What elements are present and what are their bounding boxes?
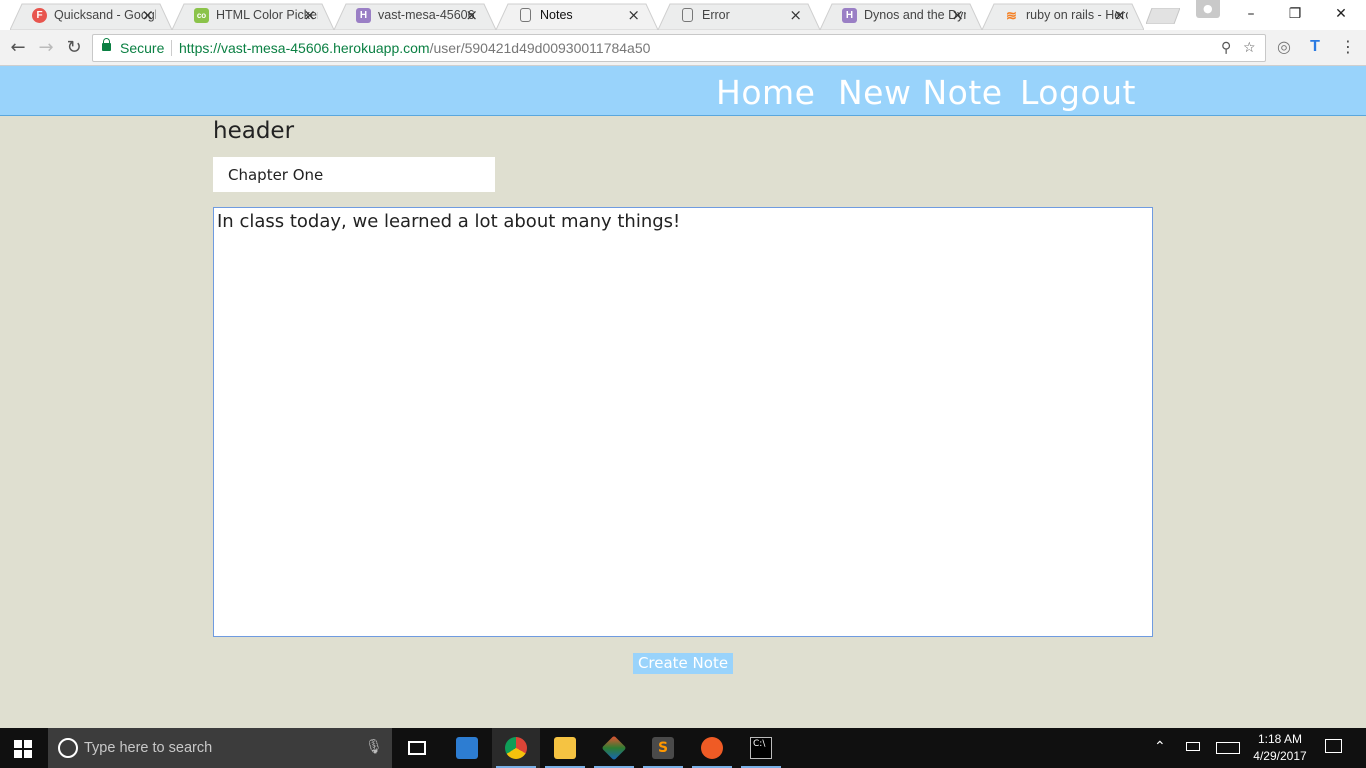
minimize-button[interactable]: – <box>1228 0 1274 30</box>
new-tab-button[interactable] <box>1146 8 1180 24</box>
bookmark-star-icon[interactable]: ☆ <box>1243 40 1256 56</box>
clock-date: 4/29/2017 <box>1253 749 1307 763</box>
note-title-input[interactable] <box>213 157 495 192</box>
clock-time: 1:18 AM <box>1257 732 1303 746</box>
taskbar-app-file-explorer[interactable] <box>541 728 589 768</box>
key-icon[interactable]: ⚲ <box>1221 40 1231 56</box>
tab-error[interactable]: Error × <box>658 3 820 30</box>
nav-home-link[interactable]: Home <box>716 73 815 112</box>
url-path: /user/590421d49d00930011784a50 <box>429 40 651 56</box>
heroku-favicon-icon: H <box>356 8 371 23</box>
file-manager-icon <box>456 737 478 759</box>
create-note-button[interactable]: Create Note <box>633 653 733 674</box>
page-content: Home New Note Logout header In class tod… <box>0 66 1366 728</box>
taskbar-app-git[interactable] <box>590 728 638 768</box>
sublime-text-icon: S <box>652 737 674 759</box>
notifications-icon[interactable] <box>1325 739 1342 753</box>
taskbar-clock[interactable]: 1:18 AM 4/29/2017 <box>1248 731 1312 765</box>
note-body-textarea[interactable]: In class today, we learned a lot about m… <box>213 207 1153 637</box>
tab-ruby-on-rails[interactable]: ≋ ruby on rails - Hero × <box>982 3 1144 30</box>
menu-kebab-icon[interactable]: ⋮ <box>1337 36 1359 58</box>
battery-icon[interactable] <box>1186 742 1200 751</box>
site-navbar: Home New Note Logout <box>0 66 1366 116</box>
tab-color-picker[interactable]: co HTML Color Picker × <box>172 3 334 30</box>
form-header-label: header <box>213 118 295 144</box>
stackoverflow-favicon-icon: ≋ <box>1006 8 1017 23</box>
secure-label: Secure <box>120 40 165 56</box>
keyboard-icon[interactable] <box>1216 742 1240 754</box>
tab-close-icon[interactable]: × <box>303 6 316 24</box>
taskbar-app-sublime[interactable]: S <box>639 728 687 768</box>
windows-taskbar: Type here to search 🎙 S C:\ ⌃ 1:18 AM 4/… <box>0 728 1366 768</box>
task-view-button[interactable] <box>393 728 441 768</box>
tab-close-icon[interactable]: × <box>951 6 964 24</box>
postman-icon <box>701 737 723 759</box>
person-icon: ● <box>1203 2 1213 15</box>
lock-icon <box>102 38 111 51</box>
tab-quicksand[interactable]: F Quicksand - Google × <box>10 3 172 30</box>
taskbar-app-postman[interactable] <box>688 728 736 768</box>
close-window-button[interactable]: ✕ <box>1318 0 1364 30</box>
taskbar-search-box[interactable]: Type here to search 🎙 <box>48 728 392 768</box>
url-text[interactable]: https://vast-mesa-45606.herokuapp.com/us… <box>179 40 650 56</box>
start-logo-part <box>14 750 22 758</box>
cortana-icon <box>58 738 78 758</box>
profile-button[interactable]: ● <box>1196 0 1220 18</box>
taskbar-app-file-manager[interactable] <box>443 728 491 768</box>
tab-close-icon[interactable]: × <box>465 6 478 24</box>
heroku-favicon-icon: H <box>842 8 857 23</box>
tray-chevron-up-icon[interactable]: ⌃ <box>1154 738 1166 768</box>
start-logo-part <box>24 750 32 758</box>
taskbar-app-chrome[interactable] <box>492 728 540 768</box>
browser-tab-strip: F Quicksand - Google × co HTML Color Pic… <box>0 0 1366 30</box>
forward-button[interactable]: → <box>34 36 58 60</box>
restore-button[interactable]: ❐ <box>1272 0 1318 30</box>
extension-t-icon[interactable]: T <box>1304 36 1326 58</box>
start-logo-part <box>24 740 32 748</box>
tab-close-icon[interactable]: × <box>627 6 640 24</box>
document-favicon-icon <box>520 8 531 22</box>
tab-vast-mesa[interactable]: H vast-mesa-45606 × <box>334 3 496 30</box>
tab-close-icon[interactable]: × <box>789 6 802 24</box>
start-logo-part <box>14 740 22 748</box>
back-button[interactable]: ← <box>6 36 30 60</box>
address-bar[interactable]: Secure https://vast-mesa-45606.herokuapp… <box>92 34 1266 62</box>
reload-button[interactable]: ↻ <box>62 36 86 60</box>
git-icon <box>601 735 627 761</box>
tab-close-icon[interactable]: × <box>141 6 154 24</box>
search-placeholder: Type here to search <box>84 740 213 756</box>
tab-notes-active[interactable]: Notes × <box>496 3 658 30</box>
task-view-icon <box>408 741 426 755</box>
nav-logout-link[interactable]: Logout <box>1020 73 1136 112</box>
taskbar-app-terminal[interactable]: C:\ <box>737 728 785 768</box>
url-host: https://vast-mesa-45606.herokuapp.com <box>179 40 430 56</box>
document-favicon-icon <box>682 8 693 22</box>
separator <box>171 40 172 56</box>
extension-icon[interactable]: ◎ <box>1273 36 1295 58</box>
folder-icon <box>554 737 576 759</box>
nav-new-note-link[interactable]: New Note <box>838 73 1003 112</box>
chrome-icon <box>505 737 527 759</box>
tab-dynos[interactable]: H Dynos and the Dyno × <box>820 3 982 30</box>
color-picker-favicon-icon: co <box>194 8 209 23</box>
windows-start-button[interactable] <box>14 740 32 758</box>
terminal-icon: C:\ <box>750 737 772 759</box>
fonts-favicon-icon: F <box>32 8 47 23</box>
browser-toolbar: ← → ↻ Secure https://vast-mesa-45606.her… <box>0 30 1366 66</box>
tab-close-icon[interactable]: × <box>1113 6 1126 24</box>
microphone-icon[interactable]: 🎙 <box>365 739 383 755</box>
